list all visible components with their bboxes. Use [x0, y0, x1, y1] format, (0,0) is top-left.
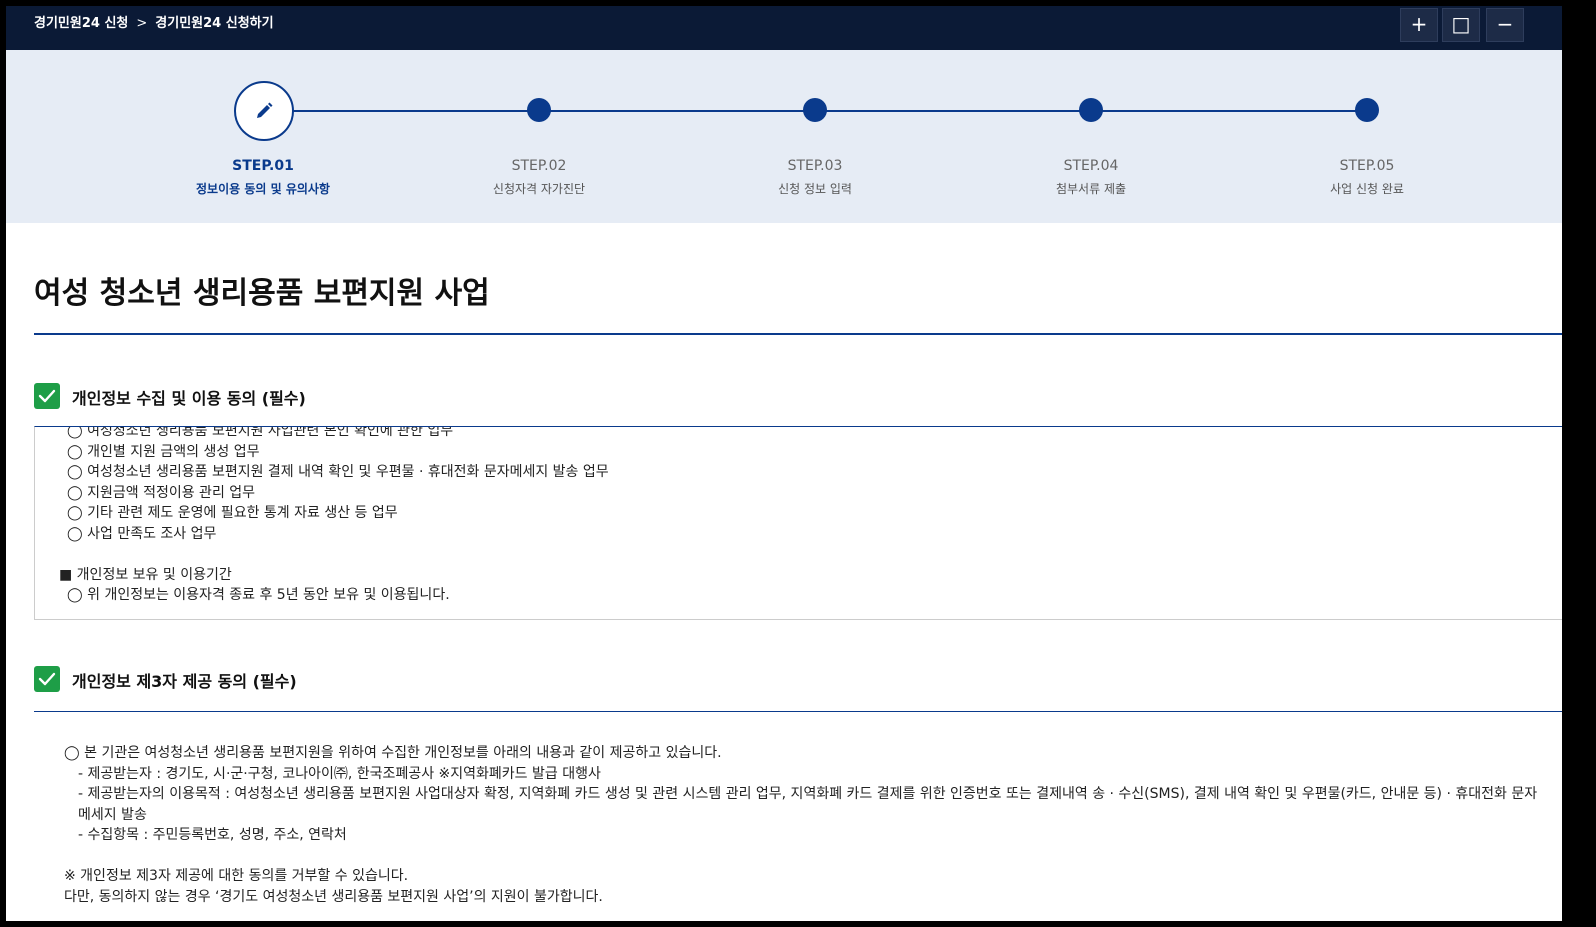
privacy-collection-terms-text: ◯ 여성청소년 생리용품 보편지원 사업관련 본인 확인에 관한 업무 ◯ 개인… [59, 426, 609, 606]
maximize-button[interactable]: □ [1442, 8, 1480, 42]
step-3-number: STEP.03 [787, 158, 843, 174]
terms-line: ◯ 위 개인정보는 이용자격 종료 후 5년 동안 보유 및 이용됩니다. [67, 587, 450, 603]
privacy-collection-title: 개인정보 수집 및 이용 동의 (필수) [72, 389, 306, 408]
terms-line: ◯ 여성청소년 생리용품 보편지원 결제 내역 확인 및 우편물 · 휴대전화 … [67, 464, 609, 480]
terms-line: ◯ 사업 만족도 조사 업무 [67, 525, 217, 542]
step-1-marker [234, 81, 294, 141]
step-4-number: STEP.04 [1063, 158, 1119, 174]
minimize-button[interactable]: − [1486, 8, 1524, 42]
terms-line: - 제공받는자 : 경기도, 시·군·구청, 코나아이㈜, 한국조폐공사 ※지역… [78, 765, 601, 782]
third-party-terms-text: ◯ 본 기관은 여성청소년 생리용품 보편지원을 위하여 수집한 개인정보를 아… [64, 743, 1544, 907]
step-2-marker [527, 98, 551, 122]
step-3-label: 신청 정보 입력 [778, 182, 852, 196]
step-1-label: 정보이용 동의 및 유의사항 [196, 182, 330, 196]
step-1-number: STEP.01 [232, 158, 294, 174]
add-window-button[interactable]: + [1400, 8, 1438, 42]
step-4-label: 첨부서류 제출 [1055, 182, 1127, 196]
breadcrumb-separator: > [136, 16, 148, 31]
app-window: 경기민원24 신청 > 경기민원24 신청하기 + □ − STEP.01 정보이용… [6, 6, 1562, 921]
maximize-icon: □ [1451, 12, 1471, 36]
title-divider [34, 333, 1562, 335]
terms-line: ◯ 기타 관련 제도 운영에 필요한 통계 자료 생산 등 업무 [67, 505, 398, 521]
third-party-title: 개인정보 제3자 제공 동의 (필수) [72, 672, 297, 691]
privacy-collection-terms-box[interactable]: ◯ 여성청소년 생리용품 보편지원 사업관련 본인 확인에 관한 업무 ◯ 개인… [34, 426, 1562, 620]
plus-icon: + [1410, 12, 1428, 36]
terms-heading: ■ 개인정보 보유 및 이용기간 [59, 566, 232, 583]
step-progress: STEP.01 정보이용 동의 및 유의사항 STEP.02 신청자격 자가진단… [6, 50, 1562, 223]
step-5-number: STEP.05 [1339, 158, 1395, 174]
step-3-marker [803, 98, 827, 122]
step-5-marker [1355, 98, 1379, 122]
terms-line: ◯ 본 기관은 여성청소년 생리용품 보편지원을 위하여 수집한 개인정보를 아… [64, 745, 722, 761]
terms-notice: ※ 개인정보 제3자 제공에 대한 동의를 거부할 수 있습니다. [64, 868, 409, 884]
checkmark-icon [38, 672, 56, 686]
step-2-number: STEP.02 [511, 158, 567, 174]
pencil-icon [257, 102, 273, 118]
terms-line: ◯ 개인별 지원 금액의 생성 업무 [67, 443, 260, 460]
breadcrumb-item-apply[interactable]: 경기민원24 신청 [34, 16, 128, 31]
terms-line: ◯ 지원금액 적정이용 관리 업무 [67, 484, 256, 501]
step-5-label: 사업 신청 완료 [1330, 182, 1404, 196]
third-party-terms-box[interactable]: ◯ 본 기관은 여성청소년 생리용품 보편지원을 위하여 수집한 개인정보를 아… [34, 711, 1562, 921]
minimize-icon: − [1496, 12, 1514, 36]
step-4-marker [1079, 98, 1103, 122]
breadcrumb: 경기민원24 신청 > 경기민원24 신청하기 [34, 6, 274, 42]
step-2-label: 신청자격 자가진단 [492, 182, 586, 196]
terms-line: - 제공받는자의 이용목적 : 여성청소년 생리용품 보편지원 사업대상자 확정… [78, 786, 1538, 823]
page-title: 여성 청소년 생리용품 보편지원 사업 [34, 276, 490, 311]
third-party-checkbox[interactable] [34, 666, 60, 692]
terms-line: ◯ 여성청소년 생리용품 보편지원 사업관련 본인 확인에 관한 업무 [67, 426, 454, 439]
terms-line: - 수집항목 : 주민등록번호, 성명, 주소, 연락처 [78, 827, 347, 843]
breadcrumb-item-apply-now: 경기민원24 신청하기 [155, 16, 274, 31]
checkmark-icon [38, 389, 56, 403]
title-bar: 경기민원24 신청 > 경기민원24 신청하기 + □ − [6, 6, 1562, 50]
privacy-collection-checkbox[interactable] [34, 383, 60, 409]
terms-notice: 다만, 동의하지 않는 경우 ‘경기도 여성청소년 생리용품 보편지원 사업’의… [64, 888, 603, 905]
